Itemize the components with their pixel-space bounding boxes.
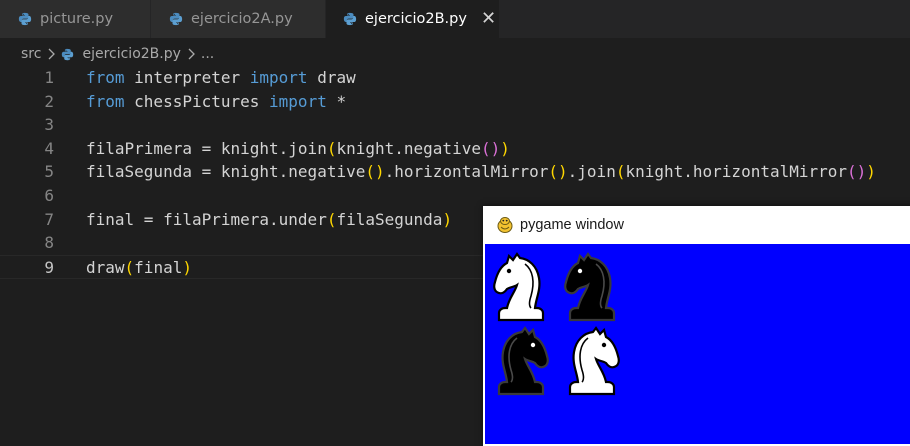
code-text: from interpreter import draw (86, 66, 356, 90)
line-number: 2 (44, 91, 54, 111)
code-token: final (134, 257, 183, 277)
knight-black-right-icon (489, 326, 553, 398)
code-line[interactable]: 4 filaPrimera = knight.join(knight.negati… (0, 137, 910, 161)
editor-tab-bar: picture.py ejercicio2A.py ejercicio2B.py… (0, 0, 910, 38)
code-token: draw (86, 257, 125, 277)
code-line[interactable]: 2 from chessPictures import * (0, 90, 910, 114)
code-token: ) (182, 257, 192, 277)
code-token: import (249, 68, 308, 87)
code-token: ) (442, 209, 453, 229)
pygame-window-title: pygame window (520, 216, 624, 233)
code-token: knight.horizontalMirror (625, 162, 848, 182)
tab-label: picture.py (40, 11, 114, 27)
code-token: () (847, 162, 867, 182)
line-number: 8 (44, 233, 54, 253)
chevron-right-icon (187, 48, 195, 60)
code-text: final = filaPrimera.under(filaSegunda) (86, 208, 452, 232)
code-text: from chessPictures import * (86, 90, 346, 114)
tab-label: ejercicio2A.py (191, 11, 293, 27)
code-token: * (326, 91, 347, 111)
code-token: filaPrimera = knight.join (86, 138, 327, 158)
code-line[interactable]: 6 (0, 184, 910, 208)
code-text: filaSegunda = knight.negative().horizont… (86, 160, 876, 184)
python-file-icon (61, 48, 74, 61)
breadcrumb-folder[interactable]: src (21, 46, 41, 62)
tab-picture-py[interactable]: picture.py (0, 0, 151, 38)
knight-white-left-icon (489, 252, 553, 324)
code-token: draw (307, 68, 356, 87)
line-number: 6 (44, 186, 54, 205)
code-token: ( (124, 257, 135, 277)
code-token: ) (866, 162, 876, 182)
code-token: filaSegunda = knight.negative (86, 162, 366, 182)
python-file-icon (169, 12, 183, 26)
code-token: filaSegunda (336, 209, 443, 229)
line-number: 9 (44, 257, 54, 277)
code-text: filaPrimera = knight.join(knight.negativ… (86, 137, 510, 161)
code-token: () (480, 138, 501, 158)
close-icon[interactable]: ✕ (481, 10, 496, 28)
python-file-icon (343, 12, 357, 26)
pygame-canvas[interactable] (485, 244, 910, 444)
line-number: 1 (44, 68, 54, 87)
code-token: .join (567, 162, 616, 182)
python-file-icon (18, 12, 32, 26)
code-token: import (269, 91, 327, 111)
tab-label: ejercicio2B.py (365, 11, 467, 27)
knight-white-right-icon (560, 326, 624, 398)
code-token: ) (500, 138, 510, 158)
breadcrumb-file-label: ejercicio2B.py (82, 46, 181, 62)
code-token: from (86, 91, 125, 111)
line-number: 3 (44, 115, 54, 135)
line-number: 5 (44, 162, 54, 182)
breadcrumb-more[interactable]: ... (201, 46, 214, 62)
breadcrumb-file[interactable]: ejercicio2B.py (61, 46, 181, 62)
line-number: 7 (44, 209, 54, 229)
pygame-window-titlebar[interactable]: pygame window (483, 206, 910, 243)
code-token: .horizontalMirror (384, 162, 549, 182)
code-token: interpreter (124, 68, 250, 87)
code-text: draw(final) (86, 256, 192, 280)
code-token: chessPictures (124, 91, 270, 111)
code-token: final = filaPrimera.under (86, 209, 327, 229)
chevron-right-icon (47, 48, 56, 60)
code-line[interactable]: 3 (0, 113, 910, 137)
knight-black-left-icon (560, 252, 624, 324)
code-line[interactable]: 1 from interpreter import draw (0, 66, 910, 90)
code-line[interactable]: 5 filaSegunda = knight.negative().horizon… (0, 160, 910, 184)
tab-ejercicio2a-py[interactable]: ejercicio2A.py (151, 0, 326, 38)
code-token: () (365, 162, 385, 182)
pygame-snake-icon (497, 216, 513, 233)
pygame-window[interactable]: pygame window (483, 206, 910, 446)
code-token: from (86, 68, 125, 87)
code-token: knight.negative (336, 138, 481, 158)
code-token: () (548, 162, 568, 182)
line-number: 4 (44, 138, 54, 158)
tab-ejercicio2b-py[interactable]: ejercicio2B.py ✕ (326, 0, 500, 38)
